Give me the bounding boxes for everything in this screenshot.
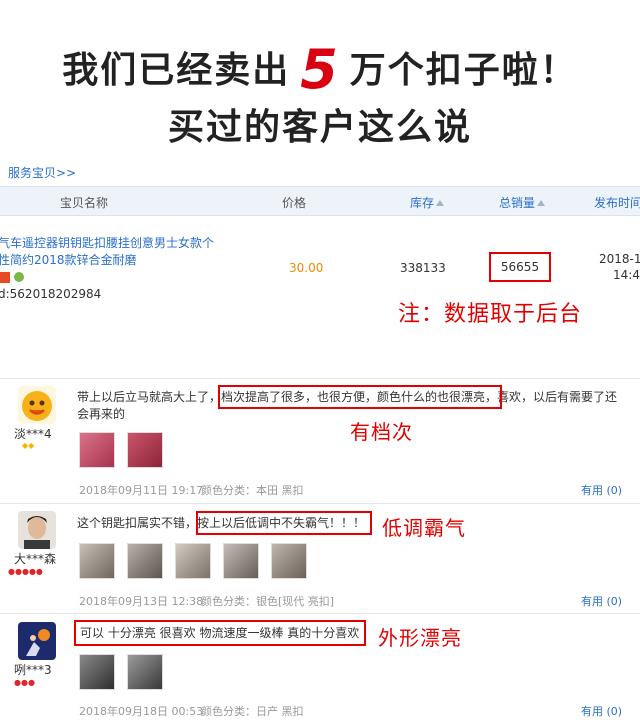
callout-label: 低调霸气: [382, 516, 466, 540]
review-date: 2018年09月11日 19:17: [79, 484, 204, 497]
sort-icon: [537, 200, 546, 206]
publish-time: 14:46: [613, 268, 640, 282]
review-photo[interactable]: [79, 543, 115, 579]
product-sales: 56655: [500, 260, 540, 274]
divider: [0, 503, 640, 504]
level-icon: ●●●●●: [8, 567, 43, 576]
col-publish[interactable]: 发布时间: [594, 194, 640, 211]
useful-button[interactable]: 有用 (0): [581, 593, 622, 609]
review-attr: 颜色分类：日产 黑扣: [201, 705, 304, 718]
headline-post: 万个扣子啦！: [349, 50, 578, 91]
review-photo[interactable]: [79, 654, 115, 690]
headline-pre: 我们已经卖出: [62, 50, 291, 91]
review-text-highlight: 可以 十分漂亮 很喜欢 物流速度一级棒 真的十分喜欢: [80, 626, 360, 640]
review-date: 2018年09月13日 12:38: [79, 595, 204, 608]
review-attr: 颜色分类：银色[现代 亮扣]: [201, 595, 335, 608]
reviewer-name: 咧***3: [14, 663, 52, 677]
avatar: [18, 386, 56, 424]
data-source-note: 注：数据取于后台: [398, 302, 583, 327]
product-id: d:562018202984: [0, 287, 102, 301]
useful-button[interactable]: 有用 (0): [581, 703, 622, 719]
publish-date: 2018-10: [599, 252, 640, 266]
useful-button[interactable]: 有用 (0): [581, 482, 622, 498]
review-photo[interactable]: [223, 543, 259, 579]
review-text-pre: 带上以后立马就高大上了，: [77, 390, 222, 404]
avatar-basketball-icon: [18, 622, 56, 660]
review-text-pre: 这个钥匙扣属实不错，: [77, 516, 198, 530]
product-name-line2: 性简约2018款锌合金耐磨: [0, 253, 137, 267]
highlight-box: [196, 511, 372, 535]
product-price: 30.00: [289, 261, 324, 275]
callout-label: 外形漂亮: [378, 626, 462, 650]
table-header: 宝贝名称 价格 库存 总销量 发布时间: [0, 186, 640, 216]
sort-icon: [436, 200, 445, 206]
avatar: [18, 622, 56, 660]
product-name[interactable]: 气车遥控器钥钥匙扣腰挂创意男士女款个 性简约2018款锌合金耐磨: [0, 235, 214, 269]
level-icon: ◆◆: [22, 441, 35, 450]
verified-icon: [14, 272, 24, 282]
review-date: 2018年09月18日 00:53: [79, 705, 204, 718]
col-sales-label: 总销量: [499, 196, 536, 210]
review-photo[interactable]: [271, 543, 307, 579]
reviewer-name: 大***森: [14, 552, 57, 566]
highlight-box: [218, 385, 502, 409]
review-text: 可以 十分漂亮 很喜欢 物流速度一级棒 真的十分喜欢: [80, 625, 632, 642]
review-photo[interactable]: [79, 432, 115, 468]
product-name-line1: 气车遥控器钥钥匙扣腰挂创意男士女款个: [0, 236, 215, 250]
headline-number: 5: [300, 38, 340, 101]
avatar-cartoon-icon: [18, 386, 56, 424]
col-name: 宝贝名称: [60, 196, 109, 210]
headline-line1: 我们已经卖出 5 万个扣子啦！: [0, 38, 640, 101]
col-price: 价格: [282, 196, 307, 210]
service-link[interactable]: 服务宝贝>>: [8, 164, 76, 181]
shop-badge-icon: [0, 272, 10, 283]
review-photo[interactable]: [127, 654, 163, 690]
review-photo[interactable]: [127, 432, 163, 468]
level-icon: ●●●: [14, 678, 35, 687]
callout-label: 有档次: [350, 420, 413, 444]
review-photo[interactable]: [175, 543, 211, 579]
headline-line2: 买过的客户这么说: [167, 107, 472, 148]
reviewer-name: 淡***4: [14, 427, 52, 441]
col-sales[interactable]: 总销量: [499, 194, 546, 211]
divider: [0, 378, 640, 379]
product-stock: 338133: [400, 261, 446, 275]
review-attr: 颜色分类：本田 黑扣: [201, 484, 304, 497]
col-stock[interactable]: 库存: [410, 194, 445, 211]
review-photo[interactable]: [127, 543, 163, 579]
divider: [0, 613, 640, 614]
avatar-photo-icon: [18, 511, 56, 549]
avatar: [18, 511, 56, 549]
col-stock-label: 库存: [410, 196, 435, 210]
